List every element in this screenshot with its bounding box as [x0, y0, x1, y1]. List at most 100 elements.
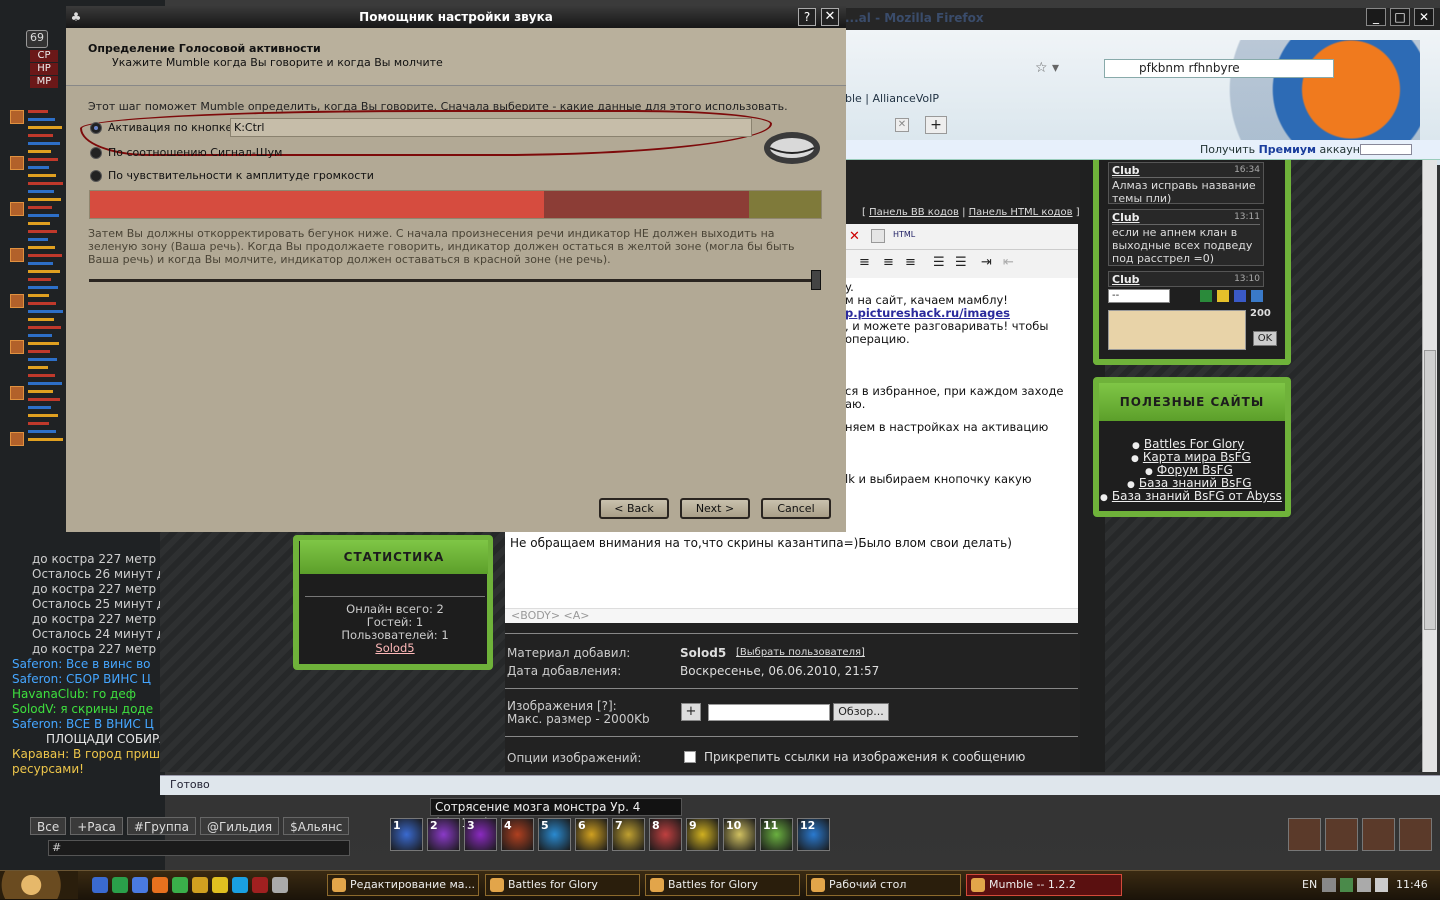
site-link[interactable]: Battles For Glory: [1132, 437, 1244, 451]
align-right-icon[interactable]: ≡: [883, 255, 894, 270]
site-link[interactable]: Форум BsFG: [1145, 463, 1233, 477]
tool-button[interactable]: [1325, 818, 1358, 851]
cancel-button[interactable]: Cancel: [761, 498, 831, 519]
tool-button[interactable]: [1399, 818, 1432, 851]
dialog-close-icon[interactable]: ✕: [821, 8, 839, 26]
tray-icon[interactable]: [1357, 878, 1371, 892]
smiley-icon[interactable]: [1217, 290, 1229, 302]
attach-links-label: Прикрепить ссылки на изображения к сообщ…: [704, 750, 1026, 764]
taskbar-item-active[interactable]: Mumble -- 1.2.2: [966, 874, 1122, 896]
mumble-icon[interactable]: [272, 877, 288, 893]
browse-button[interactable]: Обзор...: [833, 703, 889, 721]
site-link[interactable]: Карта мира BsFG: [1131, 450, 1251, 464]
game-chat-tab[interactable]: $Альянс: [283, 817, 350, 835]
bullet-list-icon[interactable]: ☰: [955, 255, 967, 270]
taskbar-item[interactable]: Battles for Glory: [645, 874, 800, 896]
game-chat-input[interactable]: #: [48, 840, 350, 856]
start-button[interactable]: [0, 871, 78, 899]
tab-close-icon[interactable]: ✕: [895, 118, 909, 132]
maximize-button[interactable]: □: [1390, 8, 1410, 26]
indent-icon[interactable]: ⇥: [981, 255, 992, 270]
skill-slot[interactable]: 10: [723, 818, 756, 851]
skill-slot[interactable]: 4: [501, 818, 534, 851]
bookmark-star-icon[interactable]: ☆ ▾: [1035, 60, 1095, 78]
search-input[interactable]: pfkbnm rfhnbyre: [1104, 59, 1334, 78]
chat-send-button[interactable]: OK: [1253, 331, 1277, 346]
language-indicator[interactable]: EN: [1302, 878, 1317, 891]
skill-slot[interactable]: 5: [538, 818, 571, 851]
threshold-slider-track[interactable]: [89, 279, 819, 282]
close-button[interactable]: ✕: [1414, 8, 1434, 26]
threshold-slider-handle[interactable]: [811, 270, 821, 290]
html-codes-link[interactable]: Панель HTML кодов: [969, 207, 1073, 218]
delete-icon[interactable]: ✕: [849, 229, 860, 244]
archive-icon[interactable]: [1251, 290, 1263, 302]
chat-user[interactable]: Club: [1112, 273, 1140, 286]
game-chat-tab[interactable]: @Гильдия: [199, 817, 280, 835]
app-icon[interactable]: [172, 877, 188, 893]
skype-icon[interactable]: [232, 877, 248, 893]
skill-slot[interactable]: 2: [427, 818, 460, 851]
taskbar-item[interactable]: Рабочий стол: [806, 874, 961, 896]
tab-title[interactable]: ble | AllianceVoIP: [845, 92, 985, 108]
eraser-icon[interactable]: [871, 229, 885, 243]
add-image-button[interactable]: +: [681, 703, 701, 721]
help-icon[interactable]: ?: [798, 8, 816, 26]
site-link[interactable]: База знаний BsFG от Abyss: [1100, 489, 1282, 503]
scrollbar-thumb[interactable]: [1424, 350, 1436, 630]
stats-user-link[interactable]: Solod5: [305, 642, 485, 655]
outdent-icon[interactable]: ⇤: [1003, 255, 1014, 270]
firefox-icon[interactable]: [152, 877, 168, 893]
app-icon[interactable]: [252, 877, 268, 893]
tray-icon[interactable]: [1322, 878, 1336, 892]
app-icon[interactable]: [212, 877, 228, 893]
bb-codes-link[interactable]: Панель BB кодов: [869, 207, 959, 218]
radio-amplitude[interactable]: [90, 170, 102, 182]
taskbar-item[interactable]: Редактирование ма...: [327, 874, 479, 896]
taskbar-item[interactable]: Battles for Glory: [485, 874, 640, 896]
skill-slot[interactable]: 9: [686, 818, 719, 851]
minimize-button[interactable]: _: [1366, 8, 1386, 26]
radio-push-to-talk[interactable]: [90, 122, 102, 134]
page-scrollbar[interactable]: [1422, 160, 1437, 772]
bold-icon[interactable]: [1234, 290, 1246, 302]
skill-slot[interactable]: 7: [612, 818, 645, 851]
chat-smiley-select[interactable]: --: [1108, 289, 1170, 303]
app-icon[interactable]: [112, 877, 128, 893]
game-chat-tab[interactable]: #Группа: [126, 817, 196, 835]
tool-button[interactable]: [1288, 818, 1321, 851]
new-tab-button[interactable]: +: [925, 116, 947, 134]
tool-button[interactable]: [1362, 818, 1395, 851]
align-justify-icon[interactable]: ≡: [905, 255, 916, 270]
site-link[interactable]: База знаний BsFG: [1127, 476, 1252, 490]
chat-user[interactable]: Club: [1112, 211, 1140, 224]
volume-icon[interactable]: [1374, 878, 1388, 892]
html-icon[interactable]: HTML: [893, 230, 915, 239]
game-chat-tab[interactable]: Все: [30, 817, 67, 835]
tray-icon[interactable]: [1339, 878, 1353, 892]
game-chat-tab[interactable]: +Раса: [70, 817, 123, 835]
app-icon[interactable]: [192, 877, 208, 893]
skill-slot[interactable]: 8: [649, 818, 682, 851]
skill-slot[interactable]: 11: [760, 818, 793, 851]
next-button[interactable]: Next >: [680, 498, 750, 519]
premium-text[interactable]: Получить Премиум аккаунт: [1200, 140, 1366, 159]
skill-slot[interactable]: 12: [797, 818, 830, 851]
refresh-icon[interactable]: [1200, 290, 1212, 302]
desktop-icon[interactable]: [92, 877, 108, 893]
back-button[interactable]: < Back: [599, 498, 669, 519]
app-icon[interactable]: [132, 877, 148, 893]
skill-slot[interactable]: 6: [575, 818, 608, 851]
image-file-field[interactable]: [708, 704, 830, 721]
radio-snr[interactable]: [90, 147, 102, 159]
shortcut-key-field[interactable]: K:Ctrl: [230, 118, 752, 137]
choose-user-link[interactable]: [Выбрать пользователя]: [736, 647, 865, 658]
skill-slot[interactable]: 1: [390, 818, 423, 851]
chat-message-input[interactable]: [1108, 310, 1246, 350]
attach-links-checkbox[interactable]: [684, 751, 696, 763]
cp-label: CP: [30, 50, 58, 62]
numbered-list-icon[interactable]: ☰: [933, 255, 945, 270]
align-center-icon[interactable]: ≡: [859, 255, 870, 270]
chat-user[interactable]: Club: [1112, 164, 1140, 177]
skill-slot[interactable]: 3: [464, 818, 497, 851]
